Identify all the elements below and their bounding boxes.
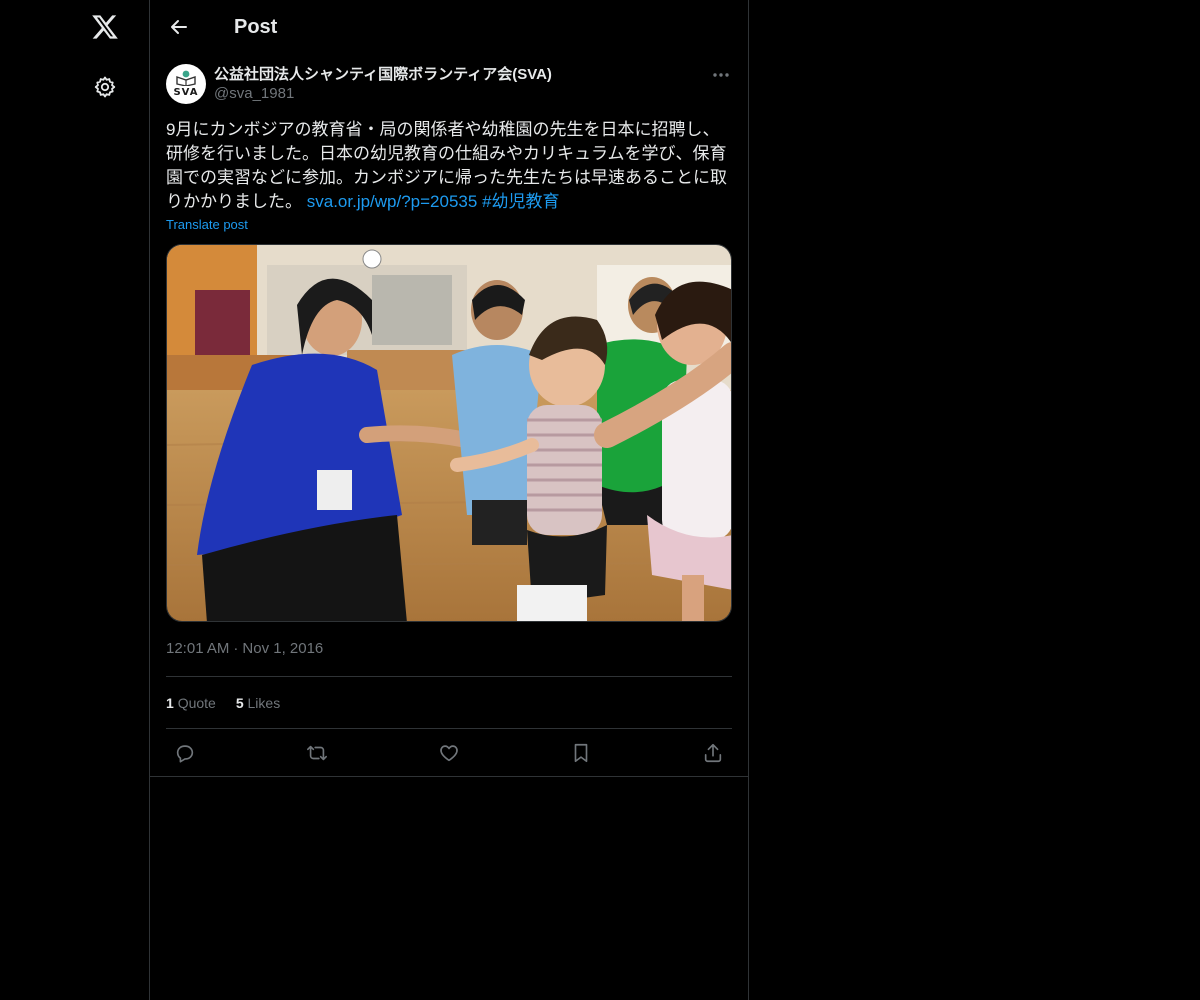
tweet-date[interactable]: Nov 1, 2016 <box>242 640 323 657</box>
likes-label: Likes <box>247 694 281 711</box>
quotes-count: 1 <box>166 694 174 711</box>
heart-icon <box>440 744 458 761</box>
like-button[interactable] <box>434 738 464 768</box>
author-display-name[interactable]: 公益社団法人シャンティ国際ボランティア会(SVA) <box>214 66 552 84</box>
avatar[interactable]: SVA <box>166 64 206 104</box>
bookmark-icon <box>574 743 588 762</box>
photo-classroom-illustration <box>167 245 731 621</box>
tweet: SVA 公益社団法人シャンティ国際ボランティア会(SVA) @sva_1981 … <box>150 54 748 777</box>
tweet-text: 9月にカンボジアの教育省・局の関係者や幼稚園の先生を日本に招聘し、研修を行いまし… <box>166 118 732 214</box>
share-button[interactable] <box>698 738 728 768</box>
quotes-stat[interactable]: 1 Quote <box>166 695 216 711</box>
arrow-left-icon <box>171 20 187 34</box>
main-column: Post SVA 公益社団法人シャンティ国際ボランティア会(SVA) @sva_… <box>149 0 749 1000</box>
book-logo-icon <box>176 70 196 86</box>
translate-post-link[interactable]: Translate post <box>166 217 248 232</box>
settings-button[interactable] <box>80 62 130 112</box>
tweet-stats: 1 Quote 5 Likes <box>166 676 732 729</box>
reply-icon <box>176 744 194 763</box>
tweet-link[interactable]: sva.or.jp/wp/?p=20535 <box>307 192 478 211</box>
share-icon <box>704 743 722 762</box>
avatar-text: SVA <box>173 87 199 98</box>
more-horizontal-icon <box>713 73 729 77</box>
bookmark-button[interactable] <box>566 738 596 768</box>
tweet-photo[interactable] <box>166 244 732 622</box>
more-options-button[interactable] <box>710 66 732 84</box>
x-logo-icon <box>92 15 118 39</box>
page-header: Post <box>150 0 748 54</box>
page-title: Post <box>234 15 278 38</box>
likes-count: 5 <box>235 694 244 711</box>
tweet-timestamp: 12:01 AM · Nov 1, 2016 <box>166 640 732 660</box>
likes-stat[interactable]: 5 Likes <box>236 695 280 711</box>
left-nav <box>0 0 150 1000</box>
tweet-time[interactable]: 12:01 AM <box>166 640 229 657</box>
back-button[interactable] <box>162 10 196 44</box>
x-logo-link[interactable] <box>80 2 130 52</box>
repost-icon <box>307 745 327 760</box>
repost-button[interactable] <box>302 738 332 768</box>
author-row: SVA 公益社団法人シャンティ国際ボランティア会(SVA) @sva_1981 <box>166 64 732 104</box>
timestamp-separator: · <box>233 640 239 657</box>
author-handle[interactable]: @sva_1981 <box>214 84 552 104</box>
author-names: 公益社団法人シャンティ国際ボランティア会(SVA) @sva_1981 <box>214 64 552 104</box>
gear-icon <box>94 76 116 98</box>
reply-button[interactable] <box>170 738 200 768</box>
tweet-actions <box>150 729 748 777</box>
tweet-hashtag[interactable]: #幼児教育 <box>482 192 559 211</box>
quotes-label: Quote <box>177 694 216 711</box>
